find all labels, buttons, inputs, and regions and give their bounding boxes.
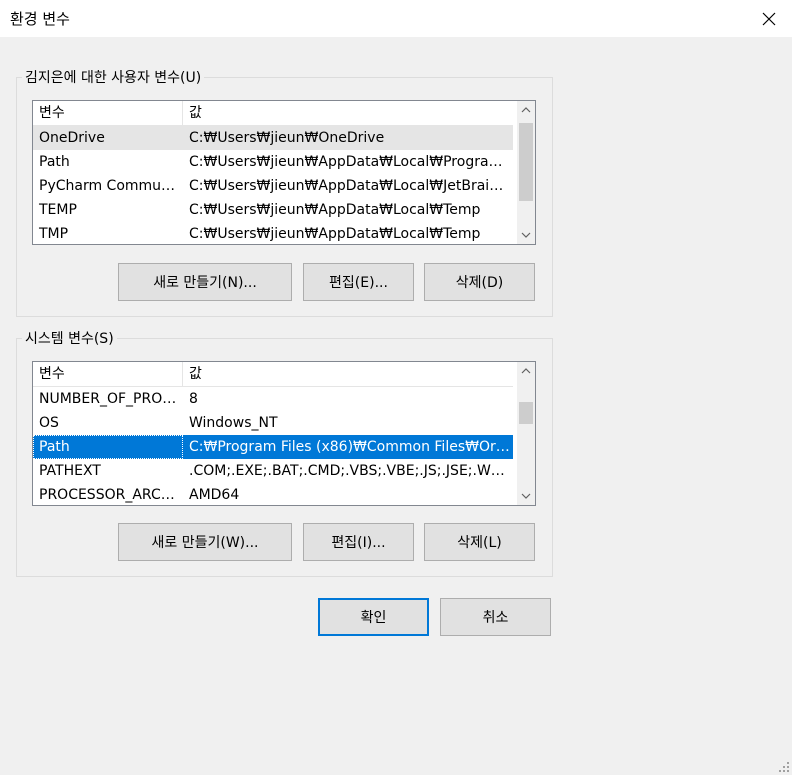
table-row[interactable]: PATHEXT .COM;.EXE;.BAT;.CMD;.VBS;.VBE;.JS… <box>33 459 513 483</box>
user-variables-label: 김지은에 대한 사용자 변수(U) <box>22 67 205 87</box>
table-row[interactable]: PyCharm Communi... C:₩Users₩jieun₩AppData… <box>33 174 513 198</box>
variable-value: C:₩Users₩jieun₩AppData₩Local₩Temp <box>189 226 481 242</box>
variable-value: C:₩Users₩jieun₩OneDrive <box>189 130 385 146</box>
system-delete-button[interactable]: 삭제(L) <box>424 523 535 561</box>
user-variables-rows: OneDrive C:₩Users₩jieun₩OneDrive Path C:₩Us… <box>33 126 513 244</box>
system-variables-label: 시스템 변수(S) <box>22 328 117 348</box>
table-row[interactable]: NUMBER_OF_PROC... 8 <box>33 387 513 411</box>
variable-name: PATHEXT <box>39 463 101 479</box>
variable-name: OneDrive <box>39 130 105 146</box>
variable-name: PROCESSOR_ARCH... <box>39 487 183 503</box>
variable-value: AMD64 <box>189 487 240 503</box>
variable-name: NUMBER_OF_PROC... <box>39 391 183 407</box>
variable-value: Windows_NT <box>189 415 278 431</box>
chevron-up-icon <box>521 107 531 113</box>
table-row[interactable]: OneDrive C:₩Users₩jieun₩OneDrive <box>33 126 513 150</box>
variable-value: C:₩Users₩jieun₩AppData₩Local₩JetBrains₩.… <box>189 178 511 194</box>
variable-value: C:₩Users₩jieun₩AppData₩Local₩Temp <box>189 202 481 218</box>
scroll-up-arrow[interactable] <box>517 362 535 380</box>
column-header-variable[interactable]: 변수 <box>33 362 183 386</box>
window-title: 환경 변수 <box>10 10 70 28</box>
variable-name: OS <box>39 415 59 431</box>
table-row[interactable]: Path C:₩Users₩jieun₩AppData₩Local₩Program… <box>33 150 513 174</box>
scroll-up-arrow[interactable] <box>517 101 535 119</box>
resize-grip-icon[interactable] <box>778 761 790 773</box>
scroll-thumb[interactable] <box>519 402 533 424</box>
scroll-down-arrow[interactable] <box>517 226 535 244</box>
ok-button[interactable]: 확인 <box>318 598 429 636</box>
user-edit-button[interactable]: 편집(E)... <box>303 263 414 301</box>
table-row[interactable]: OS Windows_NT <box>33 411 513 435</box>
variable-name: Path <box>33 435 183 459</box>
table-row[interactable]: TEMP C:₩Users₩jieun₩AppData₩Local₩Temp <box>33 198 513 222</box>
cancel-button[interactable]: 취소 <box>440 598 551 636</box>
list-header: 변수 값 <box>33 362 513 387</box>
chevron-up-icon <box>521 368 531 374</box>
close-button[interactable] <box>746 0 792 37</box>
variable-name: TMP <box>39 226 69 242</box>
table-row[interactable]: PROCESSOR_ARCH... AMD64 <box>33 483 513 505</box>
scroll-down-arrow[interactable] <box>517 487 535 505</box>
scroll-thumb[interactable] <box>519 123 533 201</box>
variable-name: PyCharm Communi... <box>39 178 183 194</box>
user-new-button[interactable]: 새로 만들기(N)... <box>118 263 292 301</box>
system-variables-list[interactable]: 변수 값 NUMBER_OF_PROC... 8 OS Windows_NT Path C… <box>32 361 536 506</box>
variable-name: Path <box>39 154 70 170</box>
variable-value: 8 <box>189 391 198 407</box>
vertical-scrollbar[interactable] <box>517 101 535 244</box>
column-header-variable[interactable]: 변수 <box>33 101 183 125</box>
chevron-down-icon <box>521 232 531 238</box>
user-variables-list[interactable]: 변수 값 OneDrive C:₩Users₩jieun₩OneDrive Path… <box>32 100 536 245</box>
user-delete-button[interactable]: 삭제(D) <box>424 263 535 301</box>
list-header: 변수 값 <box>33 101 513 126</box>
title-bar: 환경 변수 <box>0 0 792 37</box>
variable-name: TEMP <box>39 202 77 218</box>
vertical-scrollbar[interactable] <box>517 362 535 505</box>
table-row[interactable]: Path C:₩Program Files (x86)₩Common Files₩… <box>33 435 513 459</box>
system-new-button[interactable]: 새로 만들기(W)... <box>118 523 292 561</box>
variable-value: .COM;.EXE;.BAT;.CMD;.VBS;.VBE;.JS;.JSE;.… <box>189 463 511 479</box>
table-row[interactable]: TMP C:₩Users₩jieun₩AppData₩Local₩Temp <box>33 222 513 244</box>
system-variables-rows: NUMBER_OF_PROC... 8 OS Windows_NT Path C:₩Pro… <box>33 387 513 505</box>
system-edit-button[interactable]: 편집(I)... <box>303 523 414 561</box>
chevron-down-icon <box>521 493 531 499</box>
variable-value: C:₩Program Files (x86)₩Common Files₩Orac… <box>189 439 511 455</box>
column-header-value[interactable]: 값 <box>183 362 509 386</box>
variable-value: C:₩Users₩jieun₩AppData₩Local₩Programs₩..… <box>189 154 511 170</box>
column-header-value[interactable]: 값 <box>183 101 509 125</box>
close-icon <box>762 12 776 25</box>
